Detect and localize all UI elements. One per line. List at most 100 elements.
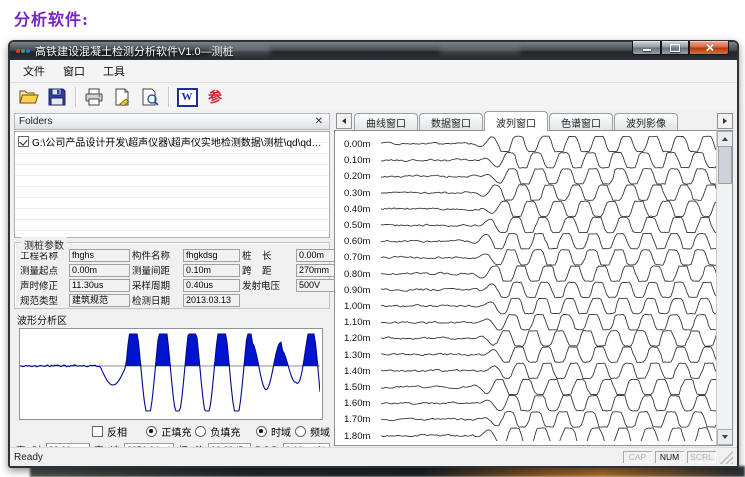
depth-label-14: 1.40m (344, 366, 380, 377)
app-icon (16, 49, 30, 53)
save-button[interactable] (43, 84, 71, 110)
parameter-button[interactable]: 参 (201, 84, 229, 110)
param-field-7[interactable]: 0.40us (183, 279, 240, 292)
analysis-controls: 反相正填充负填充时域频域 (14, 424, 330, 439)
menu-item-2[interactable]: 工具 (94, 60, 134, 82)
app-window: 高铁建设混凝土检测分析软件V1.0—测桩 文件窗口工具 (8, 40, 739, 468)
analysis-waveform (20, 329, 320, 417)
depth-label-17: 1.70m (344, 414, 380, 425)
status-indicator-num: NUM (655, 451, 684, 463)
toolbar: W 参 (10, 83, 737, 112)
print-preview-button[interactable] (136, 84, 164, 110)
glass-reflection (440, 45, 520, 55)
fill-radio-0[interactable] (146, 426, 157, 437)
wave-traces (381, 131, 717, 441)
tree-item-checkbox[interactable] (18, 136, 29, 147)
tab-0[interactable]: 曲线窗口 (354, 113, 418, 130)
open-button[interactable] (15, 84, 43, 110)
tab-1[interactable]: 数据窗口 (419, 113, 483, 130)
chevron-left-icon (342, 118, 346, 124)
print-button[interactable] (80, 84, 108, 110)
arrow-down-icon (722, 435, 728, 439)
right-panel: 曲线窗口数据窗口波列窗口色谱窗口波列影像 1.80m1.70m1.60m1.50… (334, 110, 733, 446)
depth-label-1: 0.10m (344, 155, 380, 166)
param-field-0[interactable]: fhghs (69, 249, 130, 262)
window-title: 高铁建设混凝土检测分析软件V1.0—测桩 (35, 43, 234, 59)
tab-4[interactable]: 波列影像 (614, 113, 678, 130)
status-bar: Ready CAPNUMSCRL (10, 447, 737, 466)
wave-train-view[interactable]: 1.80m1.70m1.60m1.50m1.40m1.30m1.20m1.10m… (334, 130, 733, 446)
minimize-icon (643, 49, 651, 51)
word-export-button[interactable]: W (173, 84, 201, 110)
depth-label-9: 0.90m (344, 285, 380, 296)
invert-checkbox[interactable] (92, 426, 103, 437)
param-field-3[interactable]: 0.00m (69, 264, 130, 277)
arrow-up-icon (722, 137, 728, 141)
param-field-9[interactable]: 建筑规范 (69, 294, 130, 307)
folders-pane-header: Folders ✕ (14, 113, 330, 130)
app-icon-dot-green (21, 49, 25, 53)
tab-strip: 曲线窗口数据窗口波列窗口色谱窗口波列影像 (334, 110, 733, 130)
title-bar[interactable]: 高铁建设混凝土检测分析软件V1.0—测桩 (10, 42, 737, 60)
scroll-up-button[interactable] (717, 131, 733, 147)
open-folder-icon (19, 88, 39, 106)
status-indicator-scrl: SCRL (687, 451, 716, 463)
param-label-10: 检测日期 (132, 293, 181, 307)
param-label-4: 测量间距 (132, 263, 181, 277)
param-label-9: 规范类型 (20, 293, 67, 307)
toolbar-separator (168, 87, 169, 107)
menu-item-1[interactable]: 窗口 (54, 60, 94, 82)
depth-label-2: 0.20m (344, 171, 380, 182)
pile-params-grid: 工程名称fhghs构件名称fhgkdsg桩 长0.00m测量起点0.00m测量间… (20, 248, 325, 307)
tab-scroll-right-button[interactable] (717, 113, 733, 129)
toolbar-separator (75, 87, 76, 107)
tab-scroll-left-button[interactable] (336, 113, 352, 129)
param-field-6[interactable]: 11.30us (69, 279, 130, 292)
param-field-10[interactable]: 2013.03.13 (183, 294, 240, 307)
maximize-icon (670, 44, 680, 52)
maximize-button[interactable] (661, 41, 689, 55)
depth-label-15: 1.50m (344, 382, 380, 393)
pile-params-title: 测桩参数 (21, 237, 67, 252)
word-icon: W (177, 88, 198, 107)
domain-radio-1[interactable] (295, 426, 306, 437)
app-icon-dot-red (16, 49, 20, 53)
folders-close-icon[interactable]: ✕ (313, 117, 325, 127)
depth-label-0: 0.00m (344, 139, 380, 150)
resize-grip[interactable] (720, 451, 733, 464)
param-label-2: 桩 长 (242, 248, 294, 262)
domain-radio-0[interactable] (256, 426, 267, 437)
depth-label-12: 1.20m (344, 333, 380, 344)
left-panel: Folders ✕ G:\公司产品设计开发\超声仪器\超声仪实地检测数据\测桩\… (14, 113, 330, 446)
status-indicator-cap: CAP (623, 451, 652, 463)
tab-2[interactable]: 波列窗口 (484, 111, 548, 131)
param-label-7: 采样周期 (132, 278, 181, 292)
page-magnifier-icon (141, 88, 159, 106)
close-button[interactable] (689, 41, 729, 55)
save-icon (48, 88, 66, 106)
menu-item-0[interactable]: 文件 (14, 60, 54, 82)
param-field-1[interactable]: fhgkdsg (183, 249, 240, 262)
depth-label-4: 0.40m (344, 204, 380, 215)
depth-label-13: 1.30m (344, 350, 380, 361)
depth-label-10: 1.00m (344, 301, 380, 312)
close-icon (705, 43, 714, 52)
tree-item[interactable]: G:\公司产品设计开发\超声仪器\超声仪实地检测数据\测桩\qd\qd03\qd… (18, 134, 326, 149)
export-report-button[interactable] (108, 84, 136, 110)
vertical-scrollbar[interactable] (716, 131, 732, 445)
domain-radio-label-0: 时域 (271, 424, 291, 439)
waveform-analysis-plot[interactable] (19, 328, 323, 420)
param-field-4[interactable]: 0.10m (183, 264, 240, 277)
scroll-down-button[interactable] (717, 429, 733, 445)
client-area: Folders ✕ G:\公司产品设计开发\超声仪器\超声仪实地检测数据\测桩\… (10, 110, 737, 448)
pile-params-group: 测桩参数 工程名称fhghs构件名称fhgkdsg桩 长0.00m测量起点0.0… (14, 242, 330, 309)
minimize-button[interactable] (632, 41, 661, 55)
fill-radio-label-0: 正填充 (161, 424, 191, 439)
scrollbar-thumb[interactable] (718, 146, 732, 184)
tab-3[interactable]: 色谱窗口 (549, 113, 613, 130)
fill-radio-1[interactable] (195, 426, 206, 437)
folders-tree: G:\公司产品设计开发\超声仪器\超声仪实地检测数据\测桩\qd\qd03\qd… (14, 131, 330, 238)
chevron-right-icon (723, 118, 727, 124)
tree-item-label: G:\公司产品设计开发\超声仪器\超声仪实地检测数据\测桩\qd\qd03\qd… (32, 134, 326, 149)
fill-radio-label-1: 负填充 (210, 424, 240, 439)
